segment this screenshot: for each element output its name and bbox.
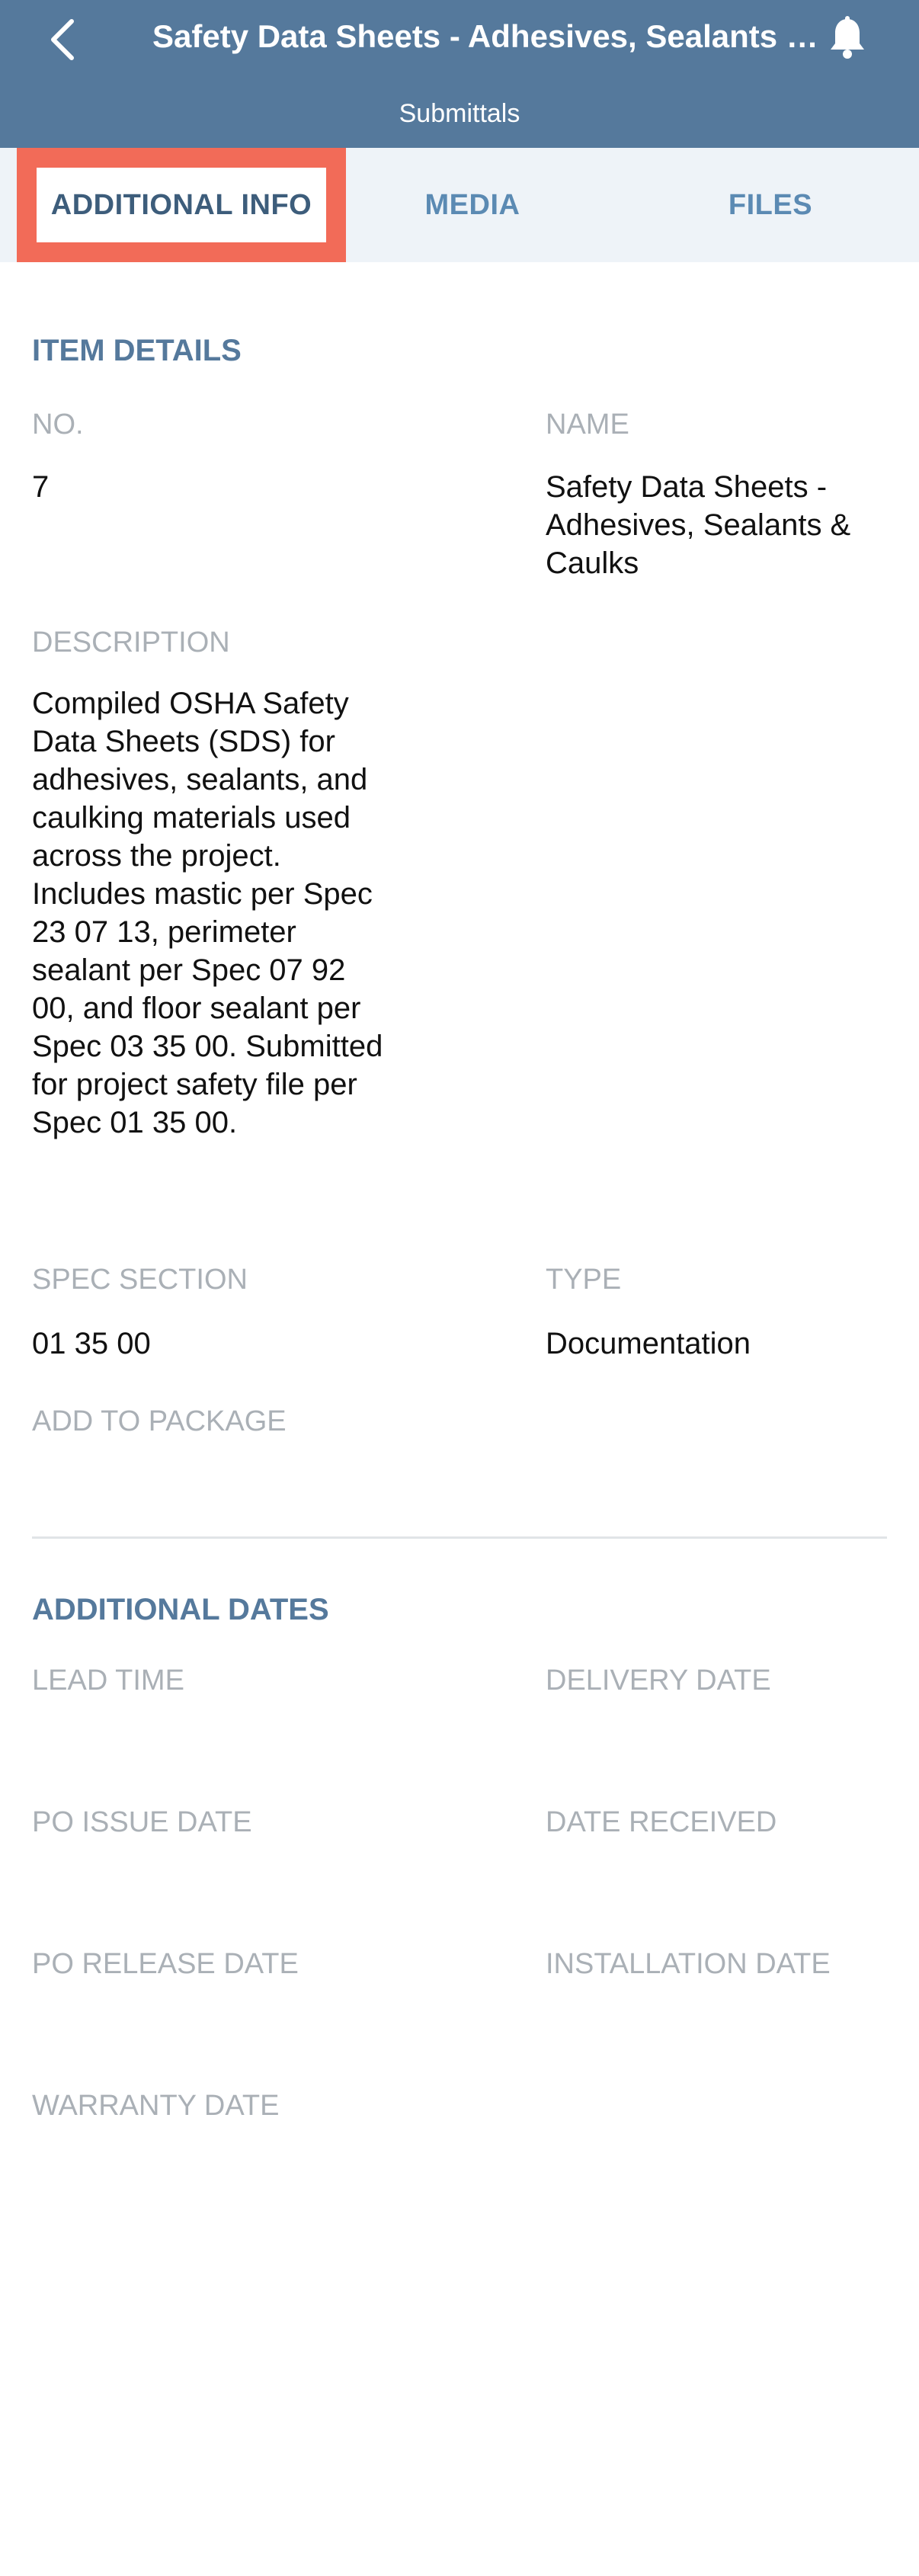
type-value: Documentation xyxy=(546,1327,751,1360)
spec-section-label: SPEC SECTION xyxy=(32,1264,248,1296)
type-label: TYPE xyxy=(546,1264,622,1296)
tab-files[interactable]: FILES xyxy=(660,148,881,262)
chevron-left-icon xyxy=(51,19,74,60)
bell-icon xyxy=(831,16,864,59)
name-label: NAME xyxy=(546,409,629,441)
tab-media[interactable]: MEDIA xyxy=(361,148,584,262)
page-subtitle: Submittals xyxy=(399,99,520,128)
description-value: Compiled OSHA Safety Data Sheets (SDS) f… xyxy=(32,687,383,1139)
lead-time-label: LEAD TIME xyxy=(32,1664,184,1697)
back-button[interactable] xyxy=(40,9,85,70)
no-label: NO. xyxy=(32,409,84,441)
description-label: DESCRIPTION xyxy=(32,626,230,658)
no-value: 7 xyxy=(32,470,50,504)
tab-media-label: MEDIA xyxy=(424,188,520,221)
additional-dates-heading: ADDITIONAL DATES xyxy=(32,1593,329,1626)
tab-additional-info[interactable]: ADDITIONAL INFO xyxy=(17,148,346,262)
section-divider xyxy=(32,1536,887,1539)
po-issue-date-label: PO ISSUE DATE xyxy=(32,1806,252,1838)
page-title: Safety Data Sheets - Adhesives, Sealants… xyxy=(152,18,838,54)
delivery-date-label: DELIVERY DATE xyxy=(546,1664,771,1697)
tab-bar: ADDITIONAL INFO MEDIA FILES xyxy=(0,148,919,262)
tab-additional-info-label: ADDITIONAL INFO xyxy=(50,188,312,221)
add-to-package-label[interactable]: ADD TO PACKAGE xyxy=(32,1405,287,1438)
app-header: Safety Data Sheets - Adhesives, Sealants… xyxy=(0,0,919,148)
date-received-label: DATE RECEIVED xyxy=(546,1806,777,1838)
warranty-date-label: WARRANTY DATE xyxy=(32,2090,280,2122)
installation-date-label: INSTALLATION DATE xyxy=(546,1948,831,1980)
name-value: Safety Data Sheets - Adhesives, Sealants… xyxy=(546,470,851,580)
item-details-heading: ITEM DETAILS xyxy=(32,334,242,367)
po-release-date-label: PO RELEASE DATE xyxy=(32,1948,299,1980)
notifications-button[interactable] xyxy=(823,11,872,66)
tab-files-label: FILES xyxy=(728,188,813,221)
spec-section-value: 01 35 00 xyxy=(32,1327,151,1360)
